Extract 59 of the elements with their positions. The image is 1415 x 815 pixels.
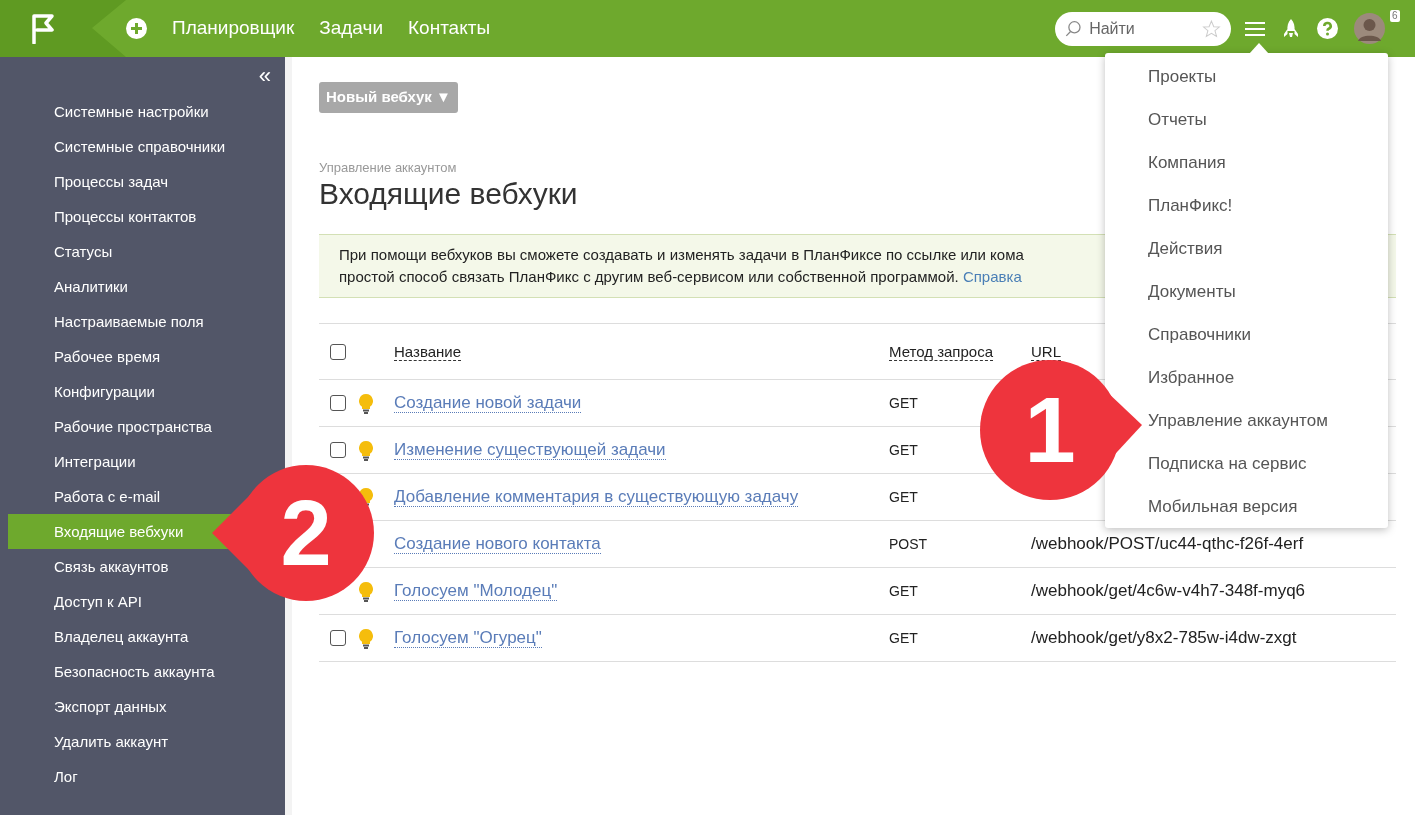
method-text: GET [889, 395, 918, 411]
column-header[interactable]: Метод запроса [889, 342, 993, 361]
sidebar-item[interactable]: Конфигурации [8, 374, 285, 409]
webhook-link[interactable]: Голосуем "Молодец" [394, 581, 558, 601]
page-title: Входящие вебхуки [319, 177, 578, 210]
collapse-button[interactable]: « [258, 65, 271, 87]
webhook-link[interactable]: Изменение существующей задачи [394, 440, 666, 460]
menu-item[interactable]: Проекты [1105, 55, 1388, 98]
rocket-icon[interactable] [1283, 18, 1299, 39]
menu-item[interactable]: Отчеты [1105, 98, 1388, 141]
sidebar-item[interactable]: Статусы [8, 234, 285, 269]
sidebar-item[interactable]: Процессы контактов [8, 199, 285, 234]
sidebar-item[interactable]: Аналитики [8, 269, 285, 304]
url-text: /webhook/POST/uc44-qthc-f26f-4erf [1031, 534, 1304, 554]
avatar-icon[interactable] [1354, 13, 1385, 44]
checkbox[interactable] [330, 395, 346, 411]
method-text: GET [889, 442, 918, 458]
sidebar-item[interactable]: Владелец аккаунта [8, 619, 285, 654]
url-text: /webhook/get/y8x2-785w-i4dw-zxgt [1031, 628, 1297, 648]
method-text: POST [889, 536, 928, 552]
sidebar-item[interactable]: Системные настройки [8, 94, 285, 129]
checkbox[interactable] [330, 630, 346, 646]
menu-item[interactable]: Компания [1105, 141, 1388, 184]
sidebar-item[interactable]: Системные справочники [8, 129, 285, 164]
sidebar-item[interactable]: Безопасность аккаунта [8, 654, 285, 689]
webhook-link[interactable]: Создание нового контакта [394, 534, 601, 554]
sidebar-item[interactable]: Настраиваемые поля [8, 304, 285, 339]
menu-item[interactable]: ПланФикс! [1105, 184, 1388, 227]
flag-logo-icon[interactable] [31, 13, 55, 44]
add-icon[interactable] [126, 18, 147, 39]
sidebar-item[interactable]: Экспорт данных [8, 689, 285, 724]
sidebar-item[interactable]: Процессы задач [8, 164, 285, 199]
url-text: /webhook/get/4c6w-v4h7-348f-myq6 [1031, 581, 1306, 601]
sidebar-item[interactable]: Лог [8, 759, 285, 794]
checkbox[interactable] [330, 442, 346, 458]
search-bar[interactable]: Найти [1055, 11, 1231, 46]
menu-item[interactable]: Справочники [1105, 313, 1388, 356]
method-text: GET [889, 583, 918, 599]
method-text: GET [889, 489, 918, 505]
sidebar-item[interactable]: Удалить аккаунт [8, 724, 285, 759]
star-icon[interactable] [1202, 17, 1221, 40]
column-header[interactable]: Название [394, 342, 462, 361]
method-text: GET [889, 630, 918, 646]
menu-icon[interactable] [1245, 20, 1265, 37]
menu-item[interactable]: Документы [1105, 270, 1388, 313]
callout-tooltip: 1 [980, 360, 1142, 500]
webhook-link[interactable]: Добавление комментария в существующую задачу [394, 487, 799, 507]
webhook-link[interactable]: Голосуем "Огурец" [394, 628, 542, 648]
help-icon[interactable] [1317, 18, 1338, 39]
search-icon [1065, 18, 1083, 39]
sidebar-item[interactable]: Рабочие пространства [8, 409, 285, 444]
help-link[interactable]: Справка [962, 268, 1022, 285]
breadcrumb: Управление аккаунтом [319, 158, 457, 177]
webhook-link[interactable]: Создание новой задачи [394, 393, 582, 413]
notification-count: 6 [1390, 10, 1400, 22]
callout-tooltip: 2 [212, 463, 374, 603]
menu-item[interactable]: Действия [1105, 227, 1388, 270]
sidebar-item[interactable]: Рабочее время [8, 339, 285, 374]
checkbox[interactable] [330, 343, 346, 360]
